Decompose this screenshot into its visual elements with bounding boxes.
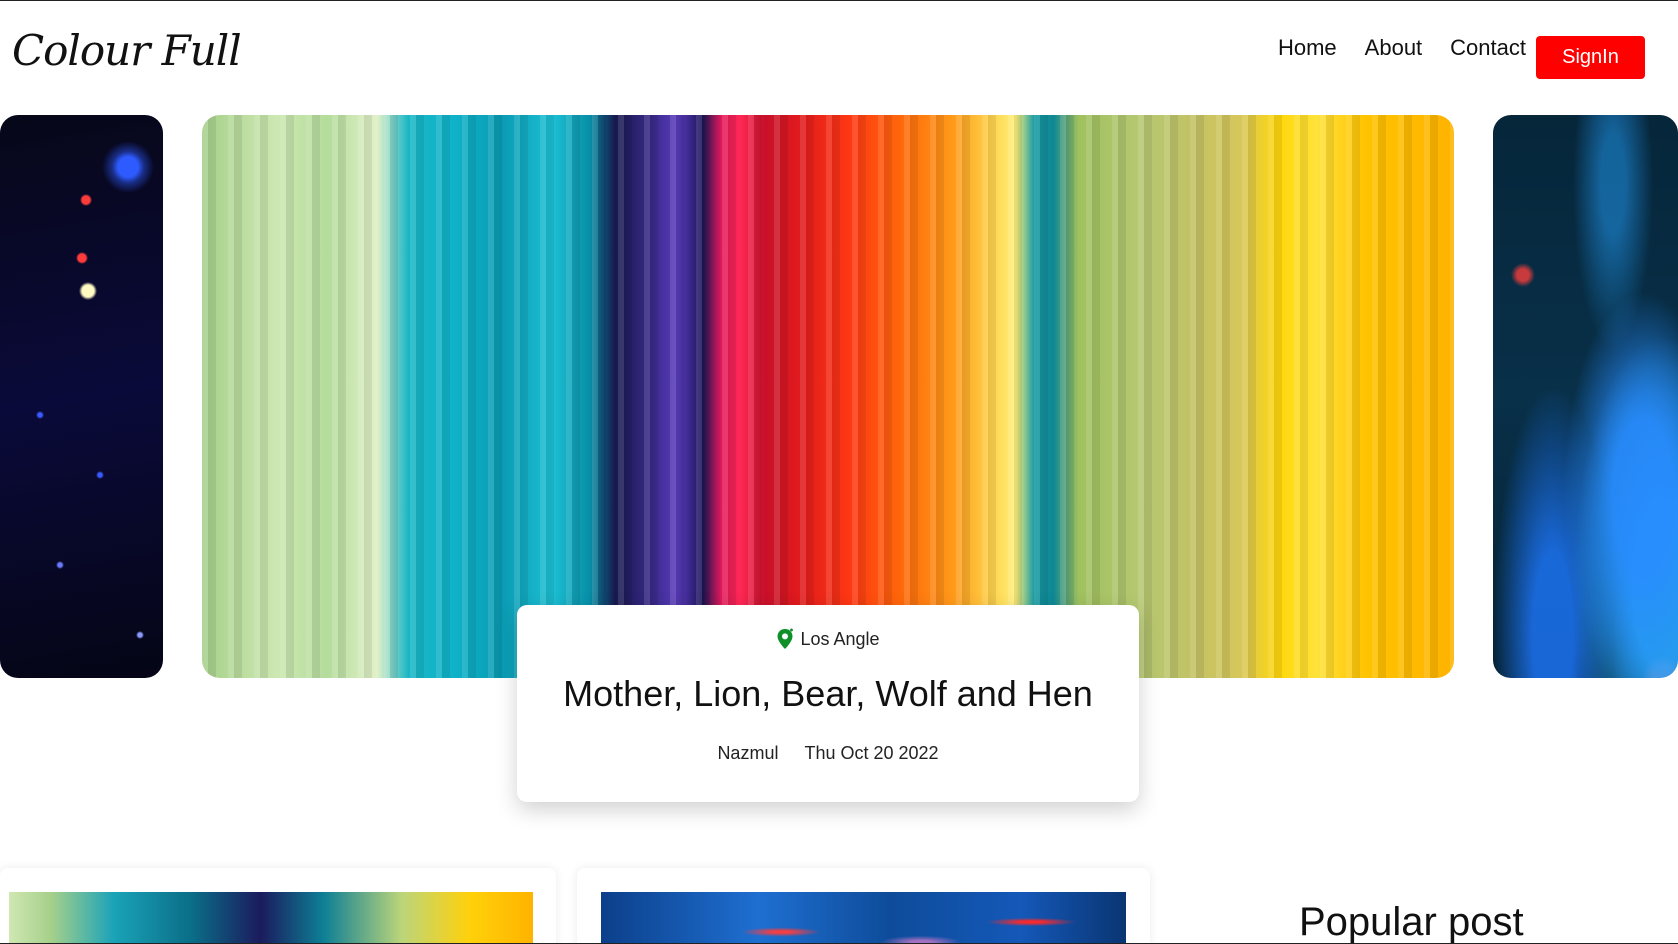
- post-author: Nazmul: [717, 743, 779, 763]
- location-text: Los Angle: [800, 628, 880, 649]
- top-border: [0, 0, 1678, 1]
- site-logo[interactable]: Colour Full: [12, 26, 242, 75]
- signin-button[interactable]: SignIn: [1536, 36, 1645, 79]
- carousel-slide-active[interactable]: [202, 115, 1454, 678]
- post-title[interactable]: Mother, Lion, Bear, Wolf and Hen: [517, 673, 1139, 715]
- nav-about[interactable]: About: [1365, 35, 1423, 61]
- nav-contact[interactable]: Contact: [1450, 35, 1526, 61]
- post-card[interactable]: [577, 868, 1150, 944]
- popular-post-heading: Popular post: [1299, 900, 1524, 944]
- carousel-slide-next[interactable]: [1493, 115, 1678, 678]
- post-thumbnail[interactable]: [9, 892, 533, 944]
- featured-post-card[interactable]: Los Angle Mother, Lion, Bear, Wolf and H…: [517, 605, 1139, 802]
- nav-home[interactable]: Home: [1278, 35, 1337, 61]
- post-thumbnail[interactable]: [601, 892, 1126, 944]
- main-nav: Home About Contact: [1278, 35, 1526, 61]
- post-card[interactable]: [0, 868, 556, 944]
- carousel-slide-prev[interactable]: [0, 115, 163, 678]
- post-meta: Nazmul Thu Oct 20 2022: [517, 743, 1139, 764]
- post-location: Los Angle: [517, 628, 1139, 650]
- post-date: Thu Oct 20 2022: [804, 743, 939, 763]
- map-pin-icon: [776, 628, 794, 650]
